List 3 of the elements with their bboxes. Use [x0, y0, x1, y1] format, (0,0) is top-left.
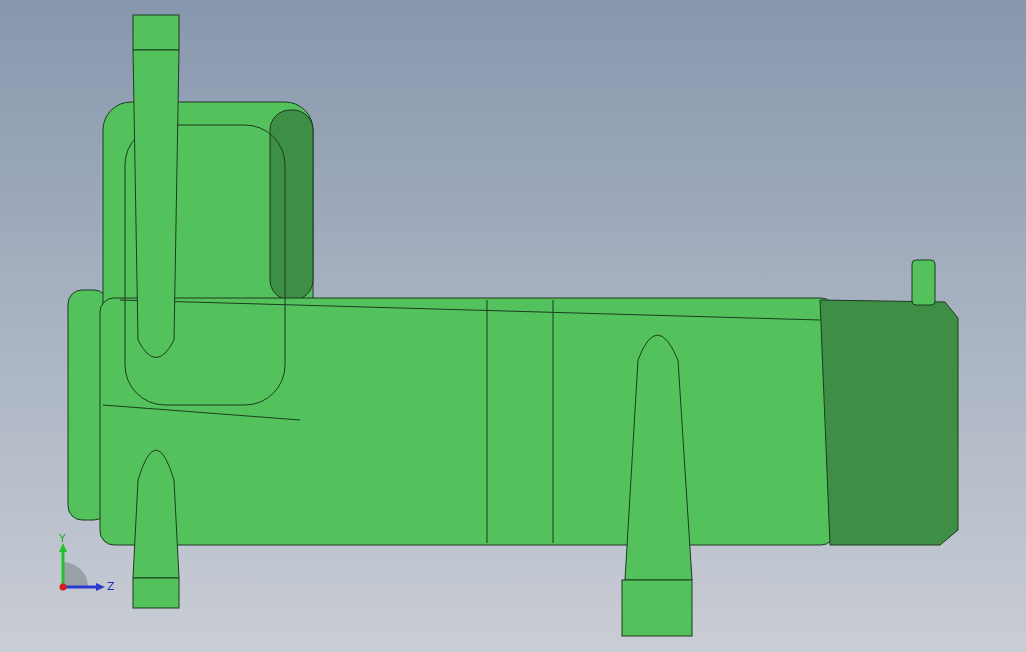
axis-label: Y [59, 532, 66, 545]
axis-triad-drawing [59, 543, 105, 591]
axis-label: Z [107, 580, 115, 593]
